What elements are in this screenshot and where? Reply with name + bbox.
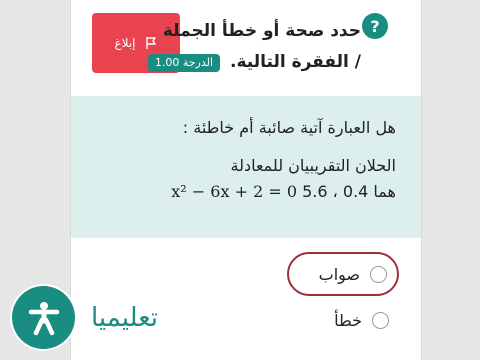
accessibility-button[interactable] bbox=[12, 286, 75, 349]
statement-values: هما 0.4 ، 5.6 bbox=[302, 182, 396, 201]
equation: x² − 6x + 2 = 0 bbox=[171, 182, 297, 201]
option-false[interactable]: خطأ bbox=[334, 305, 389, 335]
report-label: إبلاغ bbox=[114, 36, 136, 50]
grade-badge: الدرجة 1.00 bbox=[147, 53, 221, 72]
radio-false[interactable] bbox=[372, 311, 389, 329]
radio-true[interactable] bbox=[370, 265, 387, 283]
accessibility-icon bbox=[28, 301, 59, 335]
question-title-line1: حدد صحة أو خطأ الجملة bbox=[162, 21, 361, 41]
option-false-label: خطأ bbox=[334, 310, 362, 330]
help-icon[interactable]: ? bbox=[362, 13, 388, 39]
statement-line1: الحلان التقريبيان للمعادلة bbox=[230, 156, 396, 175]
statement-line2: x² − 6x + 2 = 0 هما 0.4 ، 5.6 bbox=[171, 182, 396, 201]
option-true-label: صواب bbox=[318, 264, 360, 284]
question-title: حدد صحة أو خطأ الجملة / الفقرة التالية. … bbox=[141, 16, 361, 78]
question-prompt: هل العبارة آتية صائبة أم خاطئة : bbox=[182, 118, 396, 137]
question-content: هل العبارة آتية صائبة أم خاطئة : الحلان … bbox=[71, 96, 421, 238]
brand-logo: تعليميا bbox=[91, 303, 159, 333]
option-true[interactable]: صواب bbox=[287, 252, 399, 296]
question-title-line2: / الفقرة التالية. bbox=[230, 52, 361, 72]
